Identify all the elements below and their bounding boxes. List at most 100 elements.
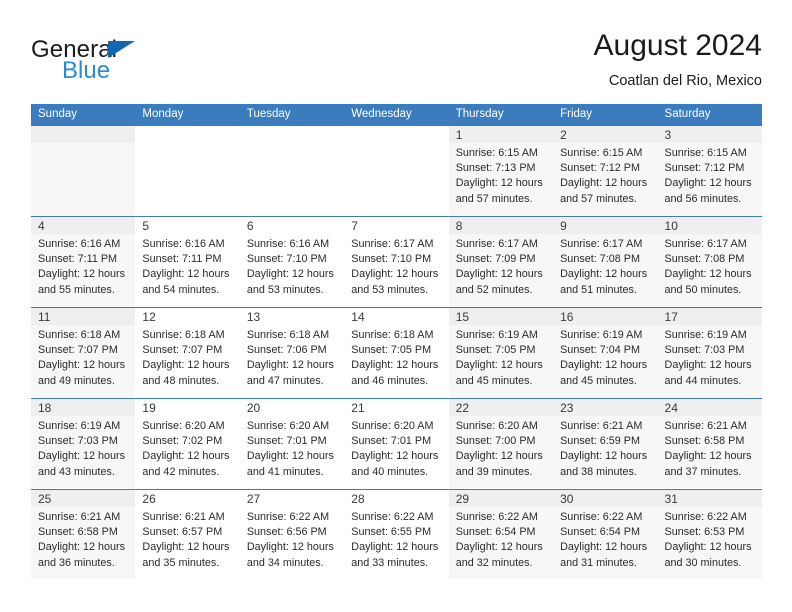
day-number-band: 15 bbox=[448, 308, 554, 325]
sunrise-line: Sunrise: 6:18 AM bbox=[38, 329, 121, 341]
day-cell[interactable]: 14 Sunrise: 6:18 AM Sunset: 7:05 PM Dayl… bbox=[344, 308, 448, 398]
day-cell[interactable]: 21 Sunrise: 6:20 AM Sunset: 7:01 PM Dayl… bbox=[344, 399, 448, 489]
day-cell[interactable]: 30 Sunrise: 6:22 AM Sunset: 6:54 PM Dayl… bbox=[553, 490, 658, 580]
day-cell[interactable]: 19 Sunrise: 6:20 AM Sunset: 7:02 PM Dayl… bbox=[135, 399, 239, 489]
day-cell[interactable]: 20 Sunrise: 6:20 AM Sunset: 7:01 PM Dayl… bbox=[240, 399, 344, 489]
day-number-band: 22 bbox=[448, 399, 554, 416]
sunrise-line: Sunrise: 6:18 AM bbox=[246, 329, 330, 341]
day-number: 22 bbox=[455, 401, 470, 415]
day-number-band: 8 bbox=[448, 217, 554, 234]
daylight-line-2: and 50 minutes. bbox=[664, 283, 742, 296]
general-blue-logo[interactable]: General Blue bbox=[31, 36, 261, 92]
daylight-line-2: and 45 minutes. bbox=[560, 374, 637, 387]
daylight-line-1: Daylight: 12 hours bbox=[560, 177, 648, 190]
day-cell[interactable]: 8 Sunrise: 6:17 AM Sunset: 7:09 PM Dayli… bbox=[448, 217, 554, 307]
day-details bbox=[344, 143, 448, 215]
day-cell[interactable]: 11 Sunrise: 6:18 AM Sunset: 7:07 PM Dayl… bbox=[31, 308, 136, 398]
day-number: 30 bbox=[560, 492, 574, 506]
day-cell[interactable]: 7 Sunrise: 6:17 AM Sunset: 7:10 PM Dayli… bbox=[344, 217, 448, 307]
sunset-line: Sunset: 7:13 PM bbox=[455, 162, 536, 175]
daylight-line-2: and 41 minutes. bbox=[246, 465, 324, 478]
sunset-line: Sunset: 7:02 PM bbox=[142, 435, 223, 448]
sunrise-line: Sunrise: 6:19 AM bbox=[560, 329, 643, 341]
day-details: Sunrise: 6:19 AM Sunset: 7:03 PM Dayligh… bbox=[657, 325, 762, 397]
day-cell[interactable]: 4 Sunrise: 6:16 AM Sunset: 7:11 PM Dayli… bbox=[31, 217, 136, 307]
sunset-line: Sunset: 6:58 PM bbox=[38, 526, 118, 539]
daylight-line-2: and 49 minutes. bbox=[38, 374, 115, 387]
day-number-band: 14 bbox=[344, 308, 448, 325]
week-row: 25 Sunrise: 6:21 AM Sunset: 6:58 PM Dayl… bbox=[31, 489, 762, 580]
day-cell[interactable]: 27 Sunrise: 6:22 AM Sunset: 6:56 PM Dayl… bbox=[240, 490, 344, 580]
day-cell[interactable]: 13 Sunrise: 6:18 AM Sunset: 7:06 PM Dayl… bbox=[240, 308, 344, 398]
day-cell[interactable]: 12 Sunrise: 6:18 AM Sunset: 7:07 PM Dayl… bbox=[135, 308, 239, 398]
day-number-band: 11 bbox=[31, 308, 136, 325]
page-subtitle: Coatlan del Rio, Mexico bbox=[608, 73, 762, 89]
day-number: 5 bbox=[142, 219, 150, 233]
daylight-line-1: Daylight: 12 hours bbox=[664, 177, 752, 190]
day-cell[interactable]: 25 Sunrise: 6:21 AM Sunset: 6:58 PM Dayl… bbox=[31, 490, 136, 580]
day-cell[interactable]: 24 Sunrise: 6:21 AM Sunset: 6:58 PM Dayl… bbox=[657, 399, 762, 489]
day-cell[interactable] bbox=[344, 126, 448, 216]
day-number: 1 bbox=[455, 128, 463, 142]
day-cell[interactable]: 9 Sunrise: 6:17 AM Sunset: 7:08 PM Dayli… bbox=[553, 217, 658, 307]
day-number-band: 17 bbox=[657, 308, 762, 325]
daylight-line-2: and 39 minutes. bbox=[455, 465, 533, 478]
day-details: Sunrise: 6:15 AM Sunset: 7:12 PM Dayligh… bbox=[657, 143, 762, 215]
page-title: August 2024 bbox=[593, 29, 762, 62]
daylight-line-1: Daylight: 12 hours bbox=[38, 359, 126, 372]
day-cell[interactable]: 15 Sunrise: 6:19 AM Sunset: 7:05 PM Dayl… bbox=[448, 308, 554, 398]
day-cell[interactable] bbox=[135, 126, 239, 216]
daylight-line-2: and 53 minutes. bbox=[351, 283, 429, 296]
day-cell[interactable]: 29 Sunrise: 6:22 AM Sunset: 6:54 PM Dayl… bbox=[448, 490, 554, 580]
day-cell[interactable]: 5 Sunrise: 6:16 AM Sunset: 7:11 PM Dayli… bbox=[135, 217, 239, 307]
day-cell[interactable] bbox=[31, 126, 136, 216]
day-number-band: 27 bbox=[240, 490, 344, 507]
day-number-band: 20 bbox=[240, 399, 344, 416]
sunrise-line: Sunrise: 6:21 AM bbox=[38, 511, 121, 523]
weekday-header-friday: Friday bbox=[560, 108, 593, 120]
day-cell[interactable]: 6 Sunrise: 6:16 AM Sunset: 7:10 PM Dayli… bbox=[240, 217, 344, 307]
day-number: 13 bbox=[246, 310, 261, 324]
sunrise-line: Sunrise: 6:15 AM bbox=[560, 147, 643, 159]
day-details: Sunrise: 6:19 AM Sunset: 7:05 PM Dayligh… bbox=[448, 325, 554, 397]
sunset-line: Sunset: 7:08 PM bbox=[664, 253, 745, 266]
daylight-line-2: and 44 minutes. bbox=[664, 374, 742, 387]
sunrise-line: Sunrise: 6:15 AM bbox=[455, 147, 538, 159]
day-number-band bbox=[240, 126, 344, 143]
sunset-line: Sunset: 7:11 PM bbox=[142, 253, 222, 266]
daylight-line-1: Daylight: 12 hours bbox=[664, 541, 752, 554]
day-number: 9 bbox=[560, 219, 567, 233]
day-cell[interactable]: 26 Sunrise: 6:21 AM Sunset: 6:57 PM Dayl… bbox=[135, 490, 239, 580]
day-number-band: 1 bbox=[448, 126, 554, 143]
day-details: Sunrise: 6:22 AM Sunset: 6:54 PM Dayligh… bbox=[448, 507, 554, 579]
page-header: General Blue August 2024 Coatlan del Rio… bbox=[31, 28, 762, 98]
day-number: 16 bbox=[560, 310, 574, 324]
sunset-line: Sunset: 7:11 PM bbox=[38, 253, 118, 266]
day-number: 7 bbox=[351, 219, 358, 233]
day-cell[interactable]: 17 Sunrise: 6:19 AM Sunset: 7:03 PM Dayl… bbox=[657, 308, 762, 398]
day-cell[interactable]: 22 Sunrise: 6:20 AM Sunset: 7:00 PM Dayl… bbox=[448, 399, 554, 489]
daylight-line-1: Daylight: 12 hours bbox=[246, 268, 334, 281]
day-number: 29 bbox=[455, 492, 470, 506]
day-cell[interactable]: 2 Sunrise: 6:15 AM Sunset: 7:12 PM Dayli… bbox=[553, 126, 658, 216]
day-number-band bbox=[31, 126, 136, 143]
sunrise-line: Sunrise: 6:20 AM bbox=[351, 420, 434, 432]
day-cell[interactable]: 18 Sunrise: 6:19 AM Sunset: 7:03 PM Dayl… bbox=[31, 399, 136, 489]
day-cell[interactable] bbox=[240, 126, 344, 216]
day-cell[interactable]: 31 Sunrise: 6:22 AM Sunset: 6:53 PM Dayl… bbox=[657, 490, 762, 580]
daylight-line-2: and 53 minutes. bbox=[246, 283, 324, 296]
day-cell[interactable]: 10 Sunrise: 6:17 AM Sunset: 7:08 PM Dayl… bbox=[657, 217, 762, 307]
day-cell[interactable]: 1 Sunrise: 6:15 AM Sunset: 7:13 PM Dayli… bbox=[448, 126, 554, 216]
daylight-line-2: and 35 minutes. bbox=[142, 556, 220, 569]
sunrise-line: Sunrise: 6:20 AM bbox=[455, 420, 538, 432]
day-cell[interactable]: 28 Sunrise: 6:22 AM Sunset: 6:55 PM Dayl… bbox=[344, 490, 448, 580]
day-cell[interactable]: 23 Sunrise: 6:21 AM Sunset: 6:59 PM Dayl… bbox=[553, 399, 658, 489]
daylight-line-1: Daylight: 12 hours bbox=[455, 177, 543, 190]
daylight-line-2: and 46 minutes. bbox=[351, 374, 429, 387]
daylight-line-1: Daylight: 12 hours bbox=[38, 450, 126, 463]
day-cell[interactable]: 16 Sunrise: 6:19 AM Sunset: 7:04 PM Dayl… bbox=[553, 308, 658, 398]
weekday-header-wednesday: Wednesday bbox=[351, 108, 412, 120]
daylight-line-1: Daylight: 12 hours bbox=[455, 541, 543, 554]
daylight-line-1: Daylight: 12 hours bbox=[38, 268, 126, 281]
day-cell[interactable]: 3 Sunrise: 6:15 AM Sunset: 7:12 PM Dayli… bbox=[657, 126, 762, 216]
